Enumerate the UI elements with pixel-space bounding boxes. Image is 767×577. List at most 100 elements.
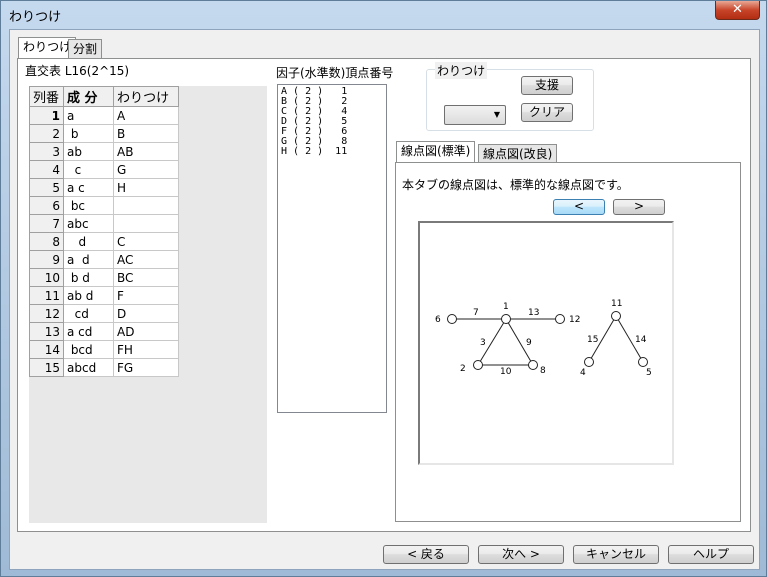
- row-component[interactable]: b d: [63, 268, 114, 287]
- linear-graph: 1 2 8 6 12 11 4 5 7 13 3 9 10 15 14: [435, 299, 652, 378]
- help-button[interactable]: ヘルプ: [668, 545, 754, 564]
- row-component[interactable]: c: [63, 160, 114, 179]
- node-label-12: 12: [569, 315, 580, 325]
- row-number[interactable]: 10: [29, 268, 64, 287]
- table-row[interactable]: 13 a cd AD: [29, 322, 179, 341]
- edge-label-3: 3: [480, 338, 486, 348]
- table-row[interactable]: 7 abc: [29, 214, 179, 233]
- table-row[interactable]: 4 cG: [29, 160, 179, 179]
- support-button[interactable]: 支援: [521, 76, 573, 95]
- row-assignment[interactable]: B: [113, 124, 179, 143]
- dialog-window: わりつけ ✕ わりつけ 分割 直交表 L16(2^15) 列番 成 分 わりつけ…: [0, 0, 767, 577]
- row-number[interactable]: 8: [29, 232, 64, 251]
- factor-item[interactable]: H ( 2 ) 11: [281, 147, 383, 157]
- table-row[interactable]: 1aA: [29, 106, 179, 125]
- edge-label-14: 14: [635, 335, 647, 345]
- row-component[interactable]: bcd: [63, 340, 114, 359]
- close-button[interactable]: ✕: [715, 1, 760, 20]
- table-row[interactable]: 3 ab AB: [29, 142, 179, 161]
- row-assignment[interactable]: H: [113, 178, 179, 197]
- row-number[interactable]: 3: [29, 142, 64, 161]
- row-component[interactable]: cd: [63, 304, 114, 323]
- row-assignment[interactable]: D: [113, 304, 179, 323]
- row-assignment[interactable]: AD: [113, 322, 179, 341]
- row-component[interactable]: a cd: [63, 322, 114, 341]
- table-row[interactable]: 12 cd D: [29, 304, 179, 323]
- row-assignment[interactable]: BC: [113, 268, 179, 287]
- row-component[interactable]: abc: [63, 214, 114, 233]
- edge-label-15: 15: [587, 335, 598, 345]
- edge-label-10: 10: [500, 367, 512, 377]
- row-assignment[interactable]: [113, 214, 179, 233]
- row-component[interactable]: abcd: [63, 358, 114, 377]
- tab-graph-improved[interactable]: 線点図(改良): [478, 144, 558, 164]
- row-number[interactable]: 9: [29, 250, 64, 269]
- chevron-down-icon: ▼: [493, 110, 500, 119]
- row-number[interactable]: 12: [29, 304, 64, 323]
- table-row[interactable]: 15 abcd FG: [29, 358, 179, 377]
- row-number[interactable]: 6: [29, 196, 64, 215]
- col-header-component[interactable]: 成 分: [63, 86, 114, 107]
- row-assignment[interactable]: AB: [113, 142, 179, 161]
- row-assignment[interactable]: A: [113, 106, 179, 125]
- table-row[interactable]: 14 bcd FH: [29, 340, 179, 359]
- assign-group-title: わりつけ: [435, 62, 488, 79]
- table-row[interactable]: 5a cH: [29, 178, 179, 197]
- node-2: [473, 360, 483, 370]
- table-row[interactable]: 10 b d BC: [29, 268, 179, 287]
- row-number[interactable]: 14: [29, 340, 64, 359]
- node-12: [555, 314, 565, 324]
- next-button[interactable]: 次へ >: [478, 545, 564, 564]
- row-component[interactable]: d: [63, 232, 114, 251]
- row-number[interactable]: 4: [29, 160, 64, 179]
- table-row[interactable]: 11 ab dF: [29, 286, 179, 305]
- node-8: [528, 360, 538, 370]
- clear-button[interactable]: クリア: [521, 103, 573, 122]
- edge-label-13: 13: [528, 308, 539, 318]
- node-label-1: 1: [503, 302, 509, 312]
- row-assignment[interactable]: FH: [113, 340, 179, 359]
- row-number[interactable]: 13: [29, 322, 64, 341]
- row-assignment[interactable]: F: [113, 286, 179, 305]
- prev-graph-button[interactable]: <: [553, 199, 605, 215]
- table-row[interactable]: 9a d AC: [29, 250, 179, 269]
- row-component[interactable]: a: [63, 106, 114, 125]
- tab-split[interactable]: 分割: [68, 39, 103, 59]
- table-row[interactable]: 8 dC: [29, 232, 179, 251]
- back-button[interactable]: < 戻る: [383, 545, 469, 564]
- row-assignment[interactable]: FG: [113, 358, 179, 377]
- assign-combo[interactable]: ▼: [444, 105, 506, 125]
- factor-list-label: 因子(水準数)頂点番号: [276, 66, 394, 80]
- table-row[interactable]: 2 bB: [29, 124, 179, 143]
- next-graph-button[interactable]: >: [613, 199, 665, 215]
- row-number[interactable]: 5: [29, 178, 64, 197]
- row-assignment[interactable]: G: [113, 160, 179, 179]
- row-assignment[interactable]: C: [113, 232, 179, 251]
- row-number[interactable]: 2: [29, 124, 64, 143]
- table-row[interactable]: 6 bc: [29, 196, 179, 215]
- cancel-button[interactable]: キャンセル: [573, 545, 659, 564]
- row-assignment[interactable]: [113, 196, 179, 215]
- factor-listbox[interactable]: A ( 2 ) 1B ( 2 ) 2C ( 2 ) 4D ( 2 ) 5F ( …: [277, 84, 387, 413]
- row-component[interactable]: a c: [63, 178, 114, 197]
- node-label-2: 2: [460, 364, 466, 374]
- col-header-assignment[interactable]: わりつけ: [113, 86, 179, 107]
- tab-graph-standard[interactable]: 線点図(標準): [396, 141, 476, 163]
- row-number[interactable]: 7: [29, 214, 64, 233]
- title-bar: わりつけ ✕: [1, 1, 767, 29]
- row-component[interactable]: ab: [63, 142, 114, 161]
- row-component[interactable]: ab d: [63, 286, 114, 305]
- node-label-5: 5: [646, 368, 652, 378]
- row-assignment[interactable]: AC: [113, 250, 179, 269]
- edge-label-9: 9: [526, 338, 532, 348]
- row-component[interactable]: b: [63, 124, 114, 143]
- row-number[interactable]: 15: [29, 358, 64, 377]
- row-component[interactable]: a d: [63, 250, 114, 269]
- row-number[interactable]: 1: [29, 106, 64, 125]
- node-11: [611, 311, 621, 321]
- assignment-grid[interactable]: 列番 成 分 わりつけ 1aA2 b B 3 ab AB 4 cG5a cH6 bc 7 ab…: [29, 86, 179, 377]
- window-title: わりつけ: [9, 10, 62, 25]
- row-number[interactable]: 11: [29, 286, 64, 305]
- row-component[interactable]: bc: [63, 196, 114, 215]
- col-header-number[interactable]: 列番: [29, 86, 64, 107]
